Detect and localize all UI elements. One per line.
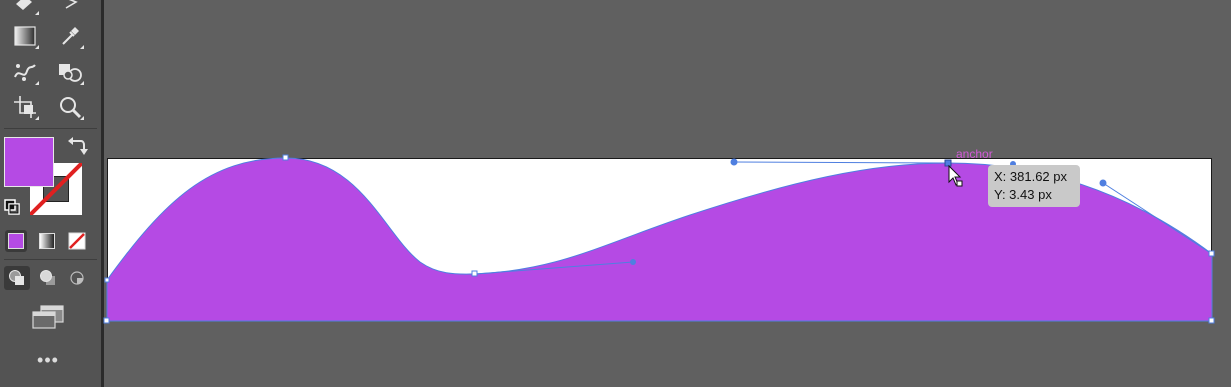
- smart-guide-label: anchor: [956, 147, 993, 161]
- direction-handle-line: [733, 161, 949, 164]
- anchor-point[interactable]: [282, 154, 289, 161]
- anchor-point[interactable]: [1208, 250, 1215, 257]
- anchor-point[interactable]: [1208, 317, 1215, 324]
- direction-handle-point[interactable]: [1099, 179, 1107, 187]
- coordinates-tooltip: X: 381.62 px Y: 3.43 px: [988, 165, 1080, 207]
- anchor-point[interactable]: [103, 317, 110, 324]
- fill-color-swatch[interactable]: [4, 137, 54, 187]
- selected-anchor-point[interactable]: [944, 159, 952, 167]
- tooltip-x-value: X: 381.62 px: [994, 169, 1067, 184]
- anchor-point[interactable]: [104, 277, 110, 283]
- tooltip-y-value: Y: 3.43 px: [994, 187, 1052, 202]
- anchor-point[interactable]: [471, 270, 478, 277]
- direction-handle-point[interactable]: [630, 259, 636, 265]
- direction-handle-point[interactable]: [730, 158, 738, 166]
